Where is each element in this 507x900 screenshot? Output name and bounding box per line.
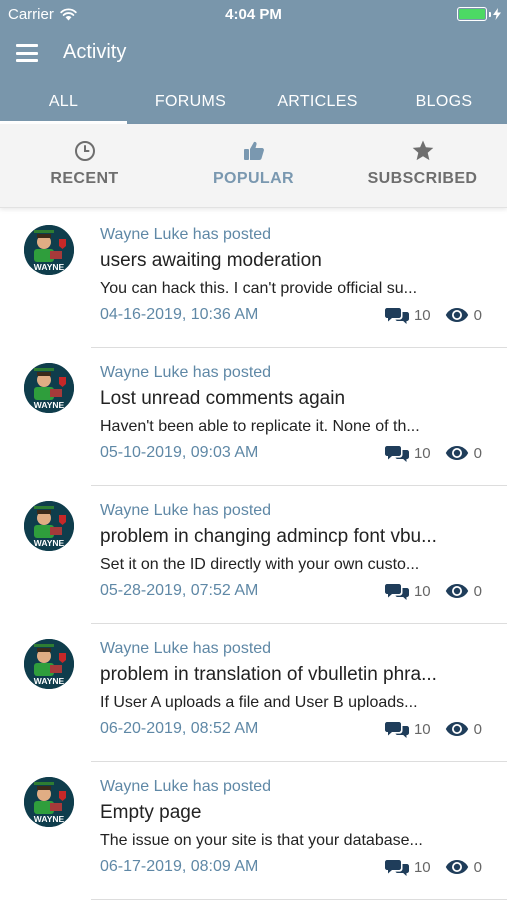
activity-item[interactable]: WAYNE Wayne Luke has posted problem in t… (0, 624, 507, 762)
item-excerpt: The issue on your site is that your data… (100, 832, 423, 849)
status-bar: Carrier 4:04 PM (0, 0, 507, 30)
activity-item[interactable]: WAYNE Wayne Luke has posted problem in c… (0, 486, 507, 624)
item-excerpt: You can hack this. I can't provide offic… (100, 280, 418, 297)
app-header: Carrier 4:04 PM Activity ALL FORUMS ARTI… (0, 0, 507, 124)
avatar-image: WAYNE (24, 639, 74, 689)
comments-icon (384, 446, 409, 462)
filter-tab-bar: RECENT POPULAR SUBSCRIBED (0, 124, 507, 208)
comments-icon (384, 722, 409, 738)
view-count: 0 (473, 582, 482, 600)
view-count: 0 (473, 720, 482, 738)
reply-count: 10 (413, 858, 431, 876)
avatar-label: WAYNE (34, 538, 65, 548)
avatar-label: WAYNE (34, 676, 65, 686)
avatar-image: WAYNE (24, 363, 74, 413)
view-count: 0 (473, 444, 482, 462)
tab-articles[interactable]: ARTICLES (254, 80, 381, 124)
thumbs-up-icon (243, 141, 264, 160)
eye-icon (445, 308, 468, 322)
activity-item[interactable]: WAYNE Wayne Luke has posted Lost unread … (0, 348, 507, 486)
reply-count: 10 (413, 306, 431, 324)
filter-subscribed-label: SUBSCRIBED (367, 170, 478, 187)
avatar-label: WAYNE (34, 814, 65, 824)
title-bar: Activity (0, 34, 507, 74)
reply-count: 10 (413, 444, 431, 462)
item-title[interactable]: users awaiting moderation (100, 250, 480, 275)
avatar-image: WAYNE (24, 501, 74, 551)
battery-indicator (457, 7, 501, 21)
charging-bolt-icon (493, 8, 501, 20)
item-excerpt: If User A uploads a file and User B uplo… (100, 694, 418, 711)
status-time: 4:04 PM (225, 6, 282, 23)
avatar-label: WAYNE (34, 262, 65, 272)
avatar-image: WAYNE (24, 777, 74, 827)
avatar-image: WAYNE (24, 225, 74, 275)
avatar[interactable]: WAYNE (24, 777, 74, 827)
avatar[interactable]: WAYNE (24, 225, 74, 275)
filter-recent[interactable]: RECENT (0, 138, 169, 188)
poster-line[interactable]: Wayne Luke has posted (100, 502, 490, 522)
item-date: 05-28-2019, 07:52 AM (100, 582, 259, 599)
top-tab-bar: ALL FORUMS ARTICLES BLOGS (0, 80, 507, 124)
poster-line[interactable]: Wayne Luke has posted (100, 364, 490, 384)
poster-line[interactable]: Wayne Luke has posted (100, 640, 490, 660)
star-icon (412, 140, 433, 161)
activity-item[interactable]: WAYNE Wayne Luke has posted Empty page T… (0, 762, 507, 900)
tab-forums[interactable]: FORUMS (127, 80, 254, 124)
item-title[interactable]: Lost unread comments again (100, 388, 480, 413)
battery-icon (457, 7, 487, 21)
page-title: Activity (63, 41, 127, 63)
comments-icon (384, 860, 409, 876)
eye-icon (445, 584, 468, 598)
comments-icon (384, 308, 409, 324)
view-count: 0 (473, 858, 482, 876)
item-title[interactable]: problem in changing admincp font vbu... (100, 526, 480, 551)
item-excerpt: Haven't been able to replicate it. None … (100, 418, 420, 435)
activity-item[interactable]: WAYNE Wayne Luke has posted users awaiti… (0, 210, 507, 348)
item-stats: 10 0 (384, 444, 482, 462)
comments-icon (384, 584, 409, 600)
eye-icon (445, 722, 468, 736)
hamburger-menu-icon[interactable] (16, 44, 38, 62)
item-stats: 10 0 (384, 720, 482, 738)
item-date: 04-16-2019, 10:36 AM (100, 306, 259, 323)
reply-count: 10 (413, 720, 431, 738)
clock-icon (74, 141, 95, 161)
tab-blogs[interactable]: BLOGS (381, 80, 507, 124)
filter-popular[interactable]: POPULAR (169, 138, 338, 188)
item-date: 05-10-2019, 09:03 AM (100, 444, 259, 461)
poster-line[interactable]: Wayne Luke has posted (100, 226, 490, 246)
eye-icon (445, 860, 468, 874)
activity-feed: WAYNE Wayne Luke has posted users awaiti… (0, 210, 507, 900)
item-stats: 10 0 (384, 858, 482, 876)
avatar[interactable]: WAYNE (24, 501, 74, 551)
filter-subscribed[interactable]: SUBSCRIBED (338, 138, 507, 188)
avatar-label: WAYNE (34, 400, 65, 410)
item-stats: 10 0 (384, 306, 482, 324)
item-title[interactable]: Empty page (100, 802, 480, 827)
item-date: 06-20-2019, 08:52 AM (100, 720, 259, 737)
avatar[interactable]: WAYNE (24, 363, 74, 413)
eye-icon (445, 446, 468, 460)
item-excerpt: Set it on the ID directly with your own … (100, 556, 420, 573)
item-date: 06-17-2019, 08:09 AM (100, 858, 259, 875)
filter-recent-label: RECENT (50, 170, 119, 187)
item-title[interactable]: problem in translation of vbulletin phra… (100, 664, 480, 689)
tab-all[interactable]: ALL (0, 80, 127, 124)
reply-count: 10 (413, 582, 431, 600)
item-stats: 10 0 (384, 582, 482, 600)
poster-line[interactable]: Wayne Luke has posted (100, 778, 490, 798)
avatar[interactable]: WAYNE (24, 639, 74, 689)
filter-popular-label: POPULAR (212, 170, 295, 187)
view-count: 0 (473, 306, 482, 324)
